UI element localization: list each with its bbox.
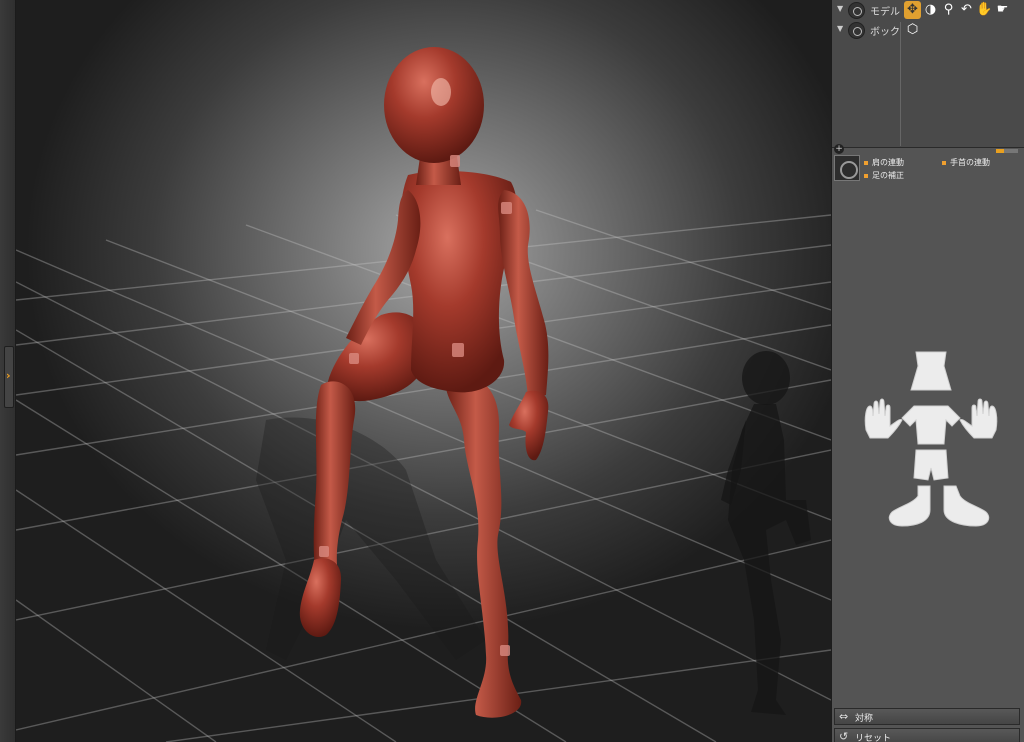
figure-left-arm[interactable] [498,190,549,398]
visibility-icon[interactable] [848,22,865,39]
undo-rotate-icon[interactable]: ↶ [958,1,975,19]
collapse-triangle-icon[interactable]: ▼ [837,4,843,13]
visibility-icon[interactable] [848,2,865,19]
cube-icon[interactable]: ⬡ [904,21,921,39]
figure-head[interactable] [384,47,484,163]
expand-left-panel-button[interactable]: › [4,346,14,408]
legs-part-icon[interactable] [913,449,949,481]
3d-viewport[interactable] [16,0,831,742]
collapse-triangle-icon[interactable]: ▼ [837,24,843,33]
left-hand-part-icon[interactable] [864,398,903,439]
head-part-icon[interactable] [910,351,952,391]
viewport-canvas[interactable] [16,0,831,742]
rotate-icon[interactable]: ◑ [922,1,939,19]
chevron-right-icon: › [6,369,11,382]
right-hand-part-icon[interactable] [959,398,998,439]
foot-correction-option[interactable]: 足の補正 [864,170,904,181]
wrist-link-option[interactable]: 手首の連動 [942,157,990,168]
layer-meter-fill [996,149,1004,153]
body-part-selector [864,351,998,527]
scene-layers-panel: ▼ モデル ✥ ◑ ⚲ ↶ ✋ ☛ ▼ ボック ⬡ + [832,0,1024,154]
reset-button[interactable]: ↺ リセット [834,728,1020,742]
layer-name: モデル [870,7,900,18]
add-layer-button[interactable]: + [834,144,844,154]
figure-floor-shadow [256,417,486,660]
hand-pose-alt-icon[interactable]: ☛ [994,1,1011,19]
app-window: › ▼ モデル ✥ ◑ ⚲ ↶ ✋ ☛ ▼ ボック ⬡ + 肩の連動 手首の連動… [0,0,1024,742]
layer-row-model[interactable]: ▼ モデル ✥ ◑ ⚲ ↶ ✋ ☛ [834,1,1020,20]
move-gizmo-icon[interactable]: ✥ [904,1,921,19]
layer-meter [996,149,1018,153]
left-collapsed-panel: › [0,0,16,742]
shoulder-link-option[interactable]: 肩の連動 [864,157,904,168]
symmetry-button[interactable]: ⇔ 対称 [834,708,1020,725]
layer-divider [900,22,901,146]
link-thumbnail-icon[interactable] [834,155,860,181]
torso-part-icon[interactable] [901,405,961,445]
hand-pose-icon[interactable]: ✋ [976,1,993,19]
reset-icon: ↺ [839,730,849,742]
zoom-icon[interactable]: ⚲ [940,1,957,19]
layer-name: ボック [870,27,900,38]
model-tool-icons: ✥ ◑ ⚲ ↶ ✋ ☛ [904,1,1011,19]
right-panel: ▼ モデル ✥ ◑ ⚲ ↶ ✋ ☛ ▼ ボック ⬡ + 肩の連動 手首の連動 足… [831,0,1024,742]
figure-left-hand[interactable] [509,390,549,461]
silhouette-preview [721,351,811,715]
layer-row-box[interactable]: ▼ ボック ⬡ [834,21,1020,40]
link-options: 肩の連動 手首の連動 足の補正 [832,154,1024,184]
figure-head-highlight [431,78,451,106]
box-tool-icons: ⬡ [904,21,921,39]
feet-part-icon[interactable] [888,485,990,527]
symmetry-arrows-icon: ⇔ [839,710,849,723]
